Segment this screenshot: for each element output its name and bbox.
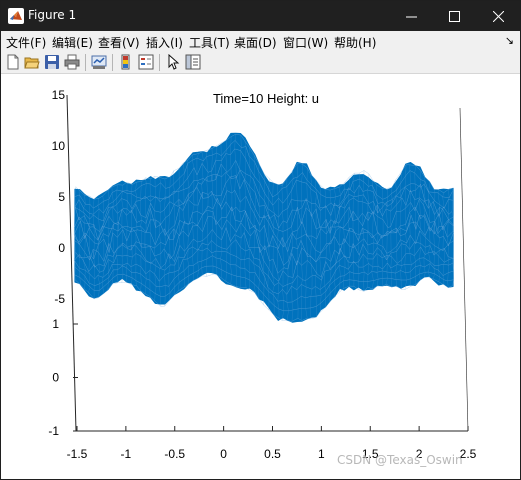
x-tick-label: -1.5 bbox=[67, 447, 88, 461]
y-tick-label: -1 bbox=[48, 424, 59, 438]
maximize-icon bbox=[449, 11, 460, 22]
menu-bar: 文件(F) 编辑(E) 查看(V) 插入(I) 工具(T) 桌面(D) 窗口(W… bbox=[1, 31, 520, 51]
watermark: CSDN @Texas_Oswin bbox=[337, 453, 463, 467]
surface-plot[interactable]: -1.5 -1 -0.5 0 0.5 1 1.5 2 2.5-5051015-101 Time=… bbox=[1, 74, 520, 479]
menu-desktop[interactable]: 桌面(D) bbox=[234, 34, 277, 51]
x-tick-label: 1 bbox=[318, 447, 325, 461]
print-icon[interactable] bbox=[64, 54, 80, 70]
toolbar-separator bbox=[159, 54, 160, 71]
toolbar-separator bbox=[112, 54, 113, 71]
x-tick-label: 0.5 bbox=[264, 447, 281, 461]
minimize-button[interactable] bbox=[389, 1, 433, 31]
colorbar-icon[interactable] bbox=[118, 54, 134, 70]
matlab-logo-icon bbox=[8, 8, 24, 24]
menu-file[interactable]: 文件(F) bbox=[6, 34, 46, 51]
y-tick-label: 0 bbox=[52, 371, 59, 385]
pointer-icon[interactable] bbox=[165, 53, 181, 70]
figure-canvas[interactable]: -1.5 -1 -0.5 0 0.5 1 1.5 2 2.5 -5 0 5 10 15 -1 0 1 Time=… bbox=[1, 74, 520, 479]
z-tick-label: 5 bbox=[58, 190, 65, 204]
toolbar-separator bbox=[85, 54, 86, 71]
open-file-icon[interactable] bbox=[24, 54, 40, 70]
x-tick-label: -1 bbox=[121, 447, 132, 461]
close-button[interactable] bbox=[476, 1, 520, 31]
new-figure-icon[interactable] bbox=[5, 54, 21, 70]
window-title: Figure 1 bbox=[28, 8, 77, 22]
dock-arrow-icon[interactable]: ↘ bbox=[505, 34, 514, 47]
y-tick-label: 1 bbox=[52, 317, 59, 331]
property-editor-icon[interactable] bbox=[185, 54, 201, 70]
z-tick-label: 10 bbox=[52, 139, 66, 153]
close-icon bbox=[493, 11, 504, 22]
menu-window[interactable]: 窗口(W) bbox=[283, 34, 328, 51]
save-icon[interactable] bbox=[44, 54, 60, 70]
maximize-button[interactable] bbox=[432, 1, 476, 31]
figure-window: Figure 1 文件(F) 编辑(E) 查看(V) 插入(I) 工具(T) 桌… bbox=[0, 0, 521, 480]
figure-toolbar bbox=[1, 51, 520, 74]
title-bar[interactable]: Figure 1 bbox=[1, 1, 520, 31]
menu-edit[interactable]: 编辑(E) bbox=[52, 34, 93, 51]
link-plot-icon[interactable] bbox=[91, 54, 107, 70]
plot-title: Time=10 Height: u bbox=[213, 91, 319, 106]
minimize-icon bbox=[406, 16, 417, 18]
menu-insert[interactable]: 插入(I) bbox=[146, 34, 183, 51]
legend-icon[interactable] bbox=[138, 54, 154, 70]
x-tick-label: -0.5 bbox=[164, 447, 185, 461]
z-tick-label: -5 bbox=[54, 292, 65, 306]
menu-help[interactable]: 帮助(H) bbox=[334, 34, 376, 51]
z-tick-label: 0 bbox=[58, 241, 65, 255]
z-tick-label: 15 bbox=[52, 88, 66, 102]
x-tick-label: 0 bbox=[220, 447, 227, 461]
menu-tools[interactable]: 工具(T) bbox=[189, 34, 230, 51]
menu-view[interactable]: 查看(V) bbox=[98, 34, 140, 51]
